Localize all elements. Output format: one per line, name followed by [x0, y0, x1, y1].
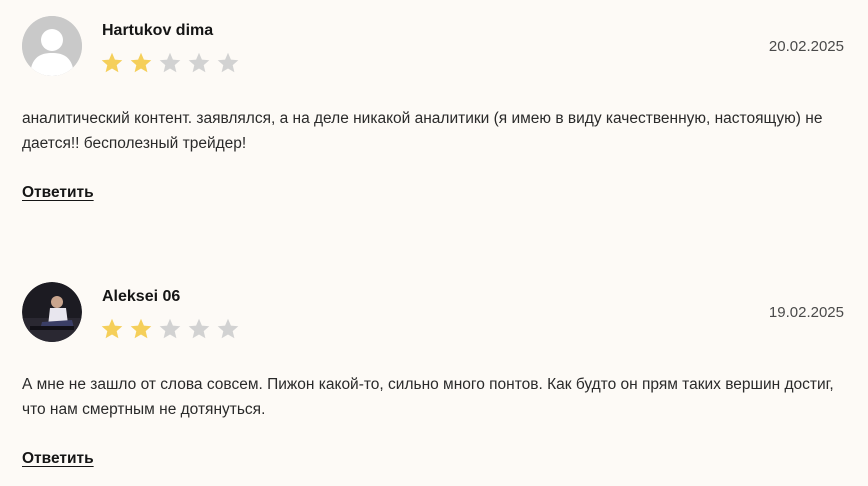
- reply-link[interactable]: Ответить: [22, 450, 94, 468]
- star-empty-icon: [187, 51, 211, 75]
- review-author: Hartukov dima: [102, 22, 214, 39]
- reply-link[interactable]: Ответить: [22, 184, 94, 202]
- review-text: А мне не зашло от слова совсем. Пижон ка…: [22, 376, 834, 418]
- review-text: аналитический контент. заявлялся, а на д…: [22, 110, 823, 152]
- star-filled-icon: [100, 317, 124, 341]
- star-filled-icon: [100, 51, 124, 75]
- default-user-icon: [22, 16, 82, 76]
- review-date: 20.02.2025: [768, 38, 844, 55]
- rating-stars: [100, 51, 240, 75]
- rating-stars: [100, 317, 240, 341]
- star-empty-icon: [187, 317, 211, 341]
- review-author: Aleksei 06: [102, 288, 181, 305]
- avatar: [22, 282, 82, 342]
- user-photo-image: [22, 282, 82, 342]
- star-empty-icon: [216, 51, 240, 75]
- review-date: 19.02.2025: [768, 304, 844, 321]
- star-filled-icon: [129, 51, 153, 75]
- avatar: [22, 16, 82, 76]
- star-filled-icon: [129, 317, 153, 341]
- star-empty-icon: [216, 317, 240, 341]
- star-empty-icon: [158, 51, 182, 75]
- star-empty-icon: [158, 317, 182, 341]
